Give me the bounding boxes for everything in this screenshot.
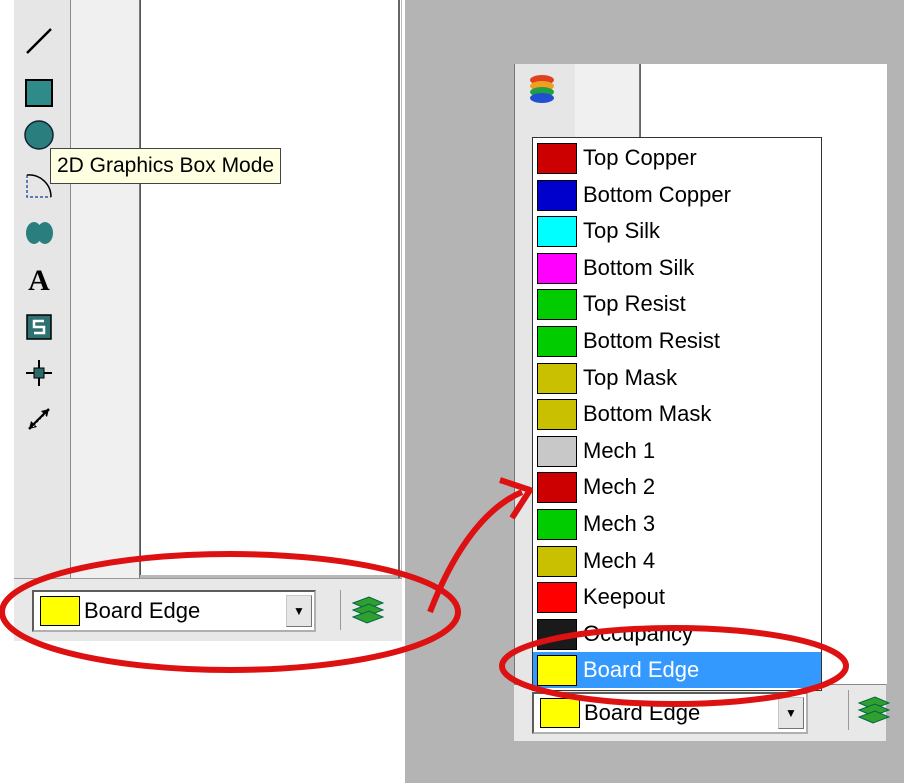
annotation-ellipse-left: [0, 551, 461, 673]
annotation-ellipse-right: [499, 625, 849, 707]
annotation-overlay: [0, 477, 849, 707]
